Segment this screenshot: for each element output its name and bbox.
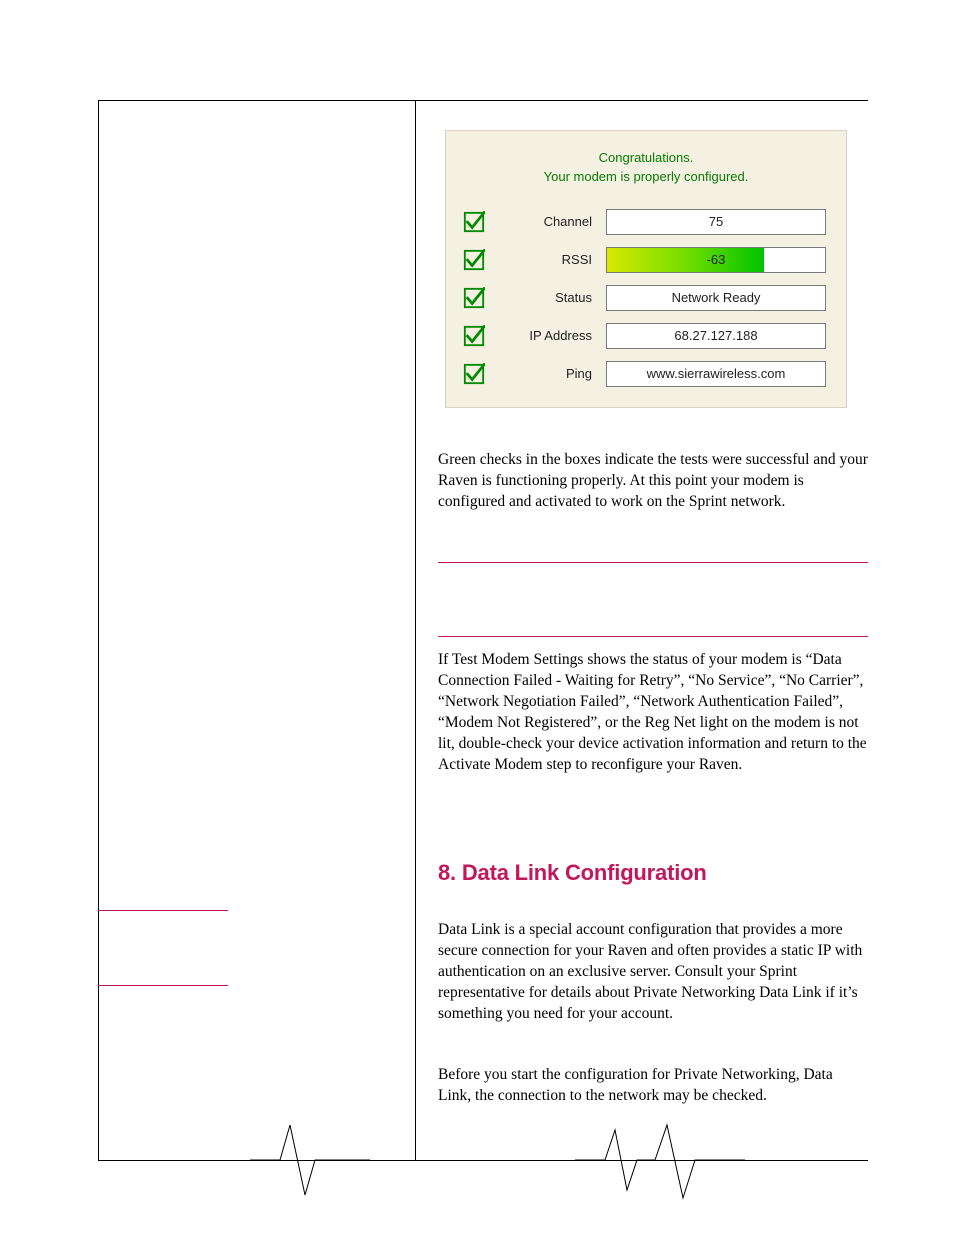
status-row-channel: Channel 75 [446,203,846,241]
margin-rule [98,910,228,911]
label-ping: Ping [502,366,606,381]
body-paragraph: Green checks in the boxes indicate the t… [438,450,868,513]
value-ping: www.sierrawireless.com [606,361,826,387]
label-rssi: RSSI [502,252,606,267]
check-icon [446,325,502,347]
heartbeat-icon [250,1120,370,1200]
status-row-ping: Ping www.sierrawireless.com [446,355,846,393]
label-ip: IP Address [502,328,606,343]
rssi-text: -63 [707,252,726,267]
check-icon [446,363,502,385]
body-paragraph: If Test Modem Settings shows the status … [438,650,868,776]
check-icon [446,287,502,309]
check-icon [446,211,502,233]
section-divider [438,636,868,637]
heartbeat-icon [575,1120,745,1200]
congrats-line1: Congratulations. [599,150,694,165]
body-paragraph: Before you start the configuration for P… [438,1065,868,1107]
page-frame-left [98,100,99,1160]
page-frame-top [98,100,868,101]
check-icon [446,249,502,271]
footer-rule [98,1160,868,1161]
section-divider [438,562,868,563]
congrats-line2: Your modem is properly configured. [544,169,749,184]
value-channel: 75 [606,209,826,235]
status-row-ip: IP Address 68.27.127.188 [446,317,846,355]
value-status: Network Ready [606,285,826,311]
rssi-signal-bar [607,248,764,272]
section-heading: 8. Data Link Configuration [438,860,868,886]
modem-status-panel: Congratulations. Your modem is properly … [445,130,847,408]
value-rssi: -63 [606,247,826,273]
label-status: Status [502,290,606,305]
status-row-rssi: RSSI -63 [446,241,846,279]
body-paragraph: Data Link is a special account configura… [438,920,868,1025]
label-channel: Channel [502,214,606,229]
value-ip: 68.27.127.188 [606,323,826,349]
panel-heading: Congratulations. Your modem is properly … [446,131,846,203]
margin-rule [98,985,228,986]
page-frame-gutter [415,100,416,1160]
status-row-status: Status Network Ready [446,279,846,317]
